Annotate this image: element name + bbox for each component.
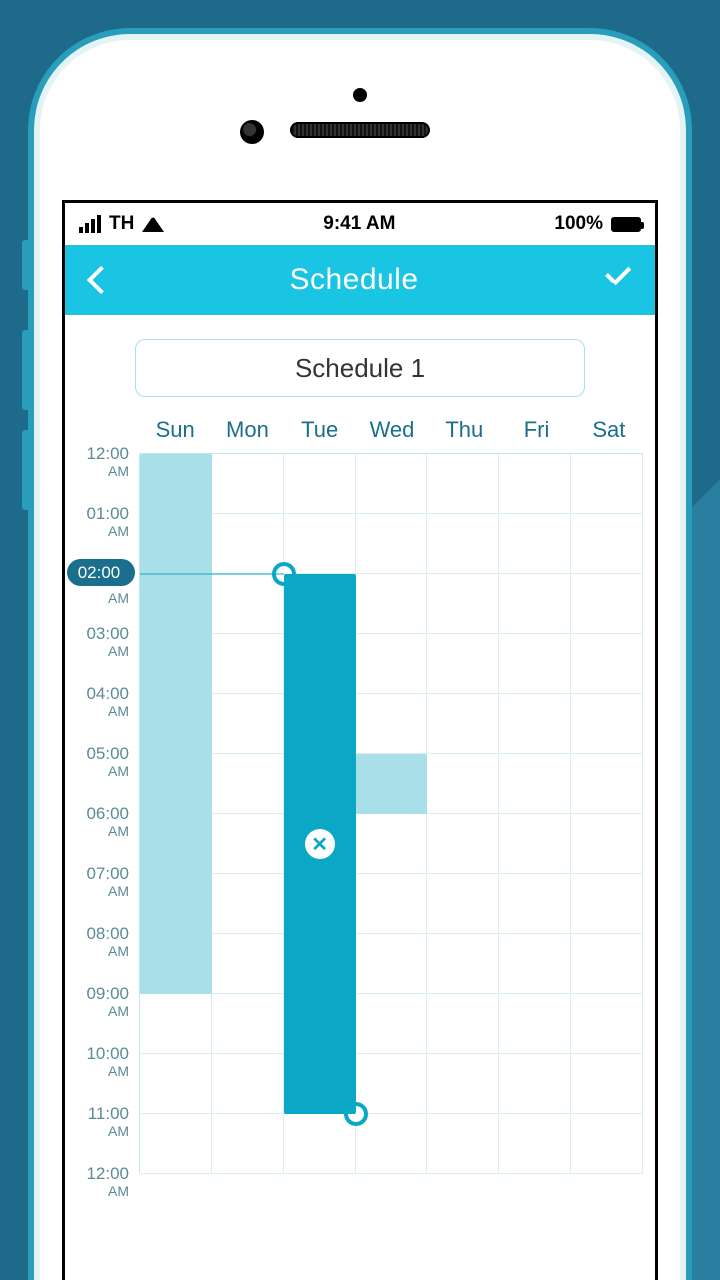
time-label-ampm: AM	[65, 589, 135, 605]
status-bar: TH 9:41 AM 100%	[65, 203, 655, 245]
time-label: 03:00AM	[65, 625, 135, 658]
schedule-block-active[interactable]: ✕	[284, 574, 356, 1114]
guide-line	[140, 573, 284, 575]
hour-row[interactable]	[140, 1054, 643, 1114]
delete-block-button[interactable]: ✕	[305, 829, 335, 859]
signal-icon	[79, 215, 101, 233]
time-label: 07:00AM	[65, 865, 135, 898]
schedule-name-input[interactable]: Schedule 1	[135, 339, 585, 397]
phone-side-button	[22, 240, 32, 290]
time-label: 06:00AM	[65, 805, 135, 838]
phone-side-button	[22, 430, 32, 510]
time-label: 04:00AM	[65, 685, 135, 718]
hour-row[interactable]	[140, 934, 643, 994]
schedule-block[interactable]	[140, 454, 212, 994]
days-header: Sun Mon Tue Wed Thu Fri Sat	[65, 413, 655, 453]
screen: TH 9:41 AM 100% Schedule Schedule 1 Sun …	[62, 200, 658, 1280]
day-label: Thu	[428, 417, 500, 443]
phone-frame: TH 9:41 AM 100% Schedule Schedule 1 Sun …	[40, 40, 680, 1280]
phone-notch	[40, 40, 680, 190]
nav-bar: Schedule	[65, 245, 655, 315]
day-label: Wed	[356, 417, 428, 443]
hour-row[interactable]	[140, 814, 643, 874]
time-label: 08:00AM	[65, 925, 135, 958]
page-title: Schedule	[289, 263, 418, 297]
time-label: 02:00	[67, 559, 135, 586]
hour-row[interactable]	[140, 1114, 643, 1174]
day-label: Fri	[500, 417, 572, 443]
hour-row[interactable]	[140, 454, 643, 514]
day-label: Sun	[139, 417, 211, 443]
time-label: 09:00AM	[65, 985, 135, 1018]
time-label: 11:00AM	[65, 1105, 135, 1138]
carrier-label: TH	[109, 213, 134, 235]
battery-icon	[611, 217, 641, 232]
hour-row[interactable]	[140, 874, 643, 934]
schedule-grid[interactable]: 12:00AM01:00AM02:00AM03:00AM04:00AM05:00…	[65, 453, 655, 1173]
time-label: 12:00AM	[65, 445, 135, 478]
time-label: 10:00AM	[65, 1045, 135, 1078]
battery-percent: 100%	[554, 213, 603, 235]
back-button[interactable]	[87, 265, 105, 295]
time-label: 12:00AM	[65, 1165, 135, 1198]
hour-row[interactable]	[140, 514, 643, 574]
hour-row[interactable]	[140, 634, 643, 694]
status-time: 9:41 AM	[323, 213, 395, 235]
phone-side-button	[22, 330, 32, 410]
time-label: 05:00AM	[65, 745, 135, 778]
wifi-icon	[142, 216, 164, 232]
confirm-button[interactable]	[603, 268, 633, 292]
hour-row[interactable]	[140, 994, 643, 1054]
day-label: Mon	[211, 417, 283, 443]
hour-row[interactable]	[140, 574, 643, 634]
hour-row[interactable]	[140, 694, 643, 754]
day-label: Sat	[573, 417, 645, 443]
schedule-block[interactable]	[356, 754, 428, 814]
time-label: 01:00AM	[65, 505, 135, 538]
day-label: Tue	[284, 417, 356, 443]
